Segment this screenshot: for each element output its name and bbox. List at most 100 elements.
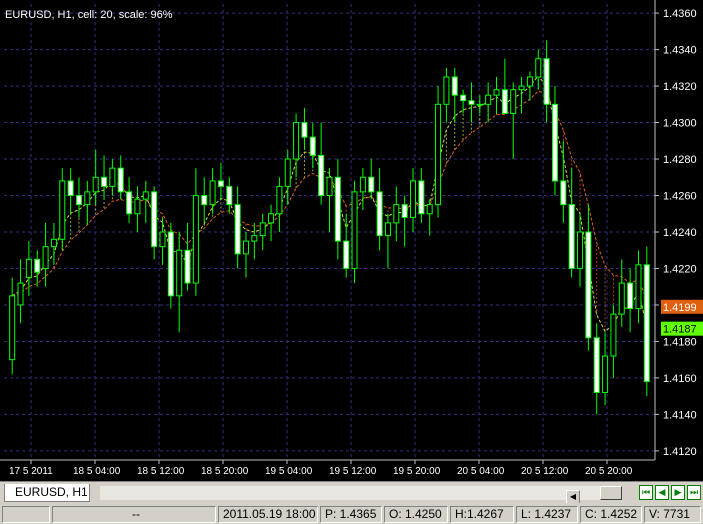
candle xyxy=(577,213,584,287)
candle-body xyxy=(134,198,141,215)
status-point: P: 1.4365 xyxy=(320,506,382,523)
candle-body xyxy=(192,195,199,284)
candle-body xyxy=(518,85,525,91)
candle xyxy=(151,186,158,260)
time-tick-label: 19 5 04:00 xyxy=(265,466,313,477)
candle-body xyxy=(276,185,283,215)
time-tick-label: 19 5 20:00 xyxy=(393,466,441,477)
candle xyxy=(142,180,149,223)
status-open: O: 1.4250 xyxy=(384,506,448,523)
candle-body xyxy=(493,89,500,96)
candle xyxy=(159,217,166,265)
last-page-icon[interactable]: ⏭ xyxy=(687,485,701,500)
price-badge: 1.4199 xyxy=(661,299,703,314)
price-badge-label: 1.4199 xyxy=(663,302,697,314)
candle xyxy=(618,259,625,327)
candle xyxy=(493,76,500,114)
candle-body xyxy=(268,213,275,224)
candle xyxy=(184,222,191,291)
next-page-icon[interactable]: ▶ xyxy=(671,485,685,500)
first-page-icon[interactable]: ⏮ xyxy=(639,485,653,500)
tab-eurusd-h1[interactable]: EURUSD, H1 xyxy=(4,484,90,502)
candle-body xyxy=(526,76,533,87)
candle-body xyxy=(568,204,575,269)
candle xyxy=(301,107,308,150)
candle-body xyxy=(376,191,383,237)
candle xyxy=(593,323,600,415)
time-tick-label: 18 5 20:00 xyxy=(201,466,249,477)
candle-body xyxy=(25,258,32,279)
candle xyxy=(560,140,567,223)
time-tick-label: 20 5 20:00 xyxy=(585,466,633,477)
price-tick-label: 1.4240 xyxy=(663,227,697,239)
candle-body xyxy=(334,176,341,242)
candle xyxy=(309,122,316,169)
time-tick-label: 19 5 12:00 xyxy=(329,466,377,477)
candle xyxy=(426,199,433,236)
price-tick-label: 1.4180 xyxy=(663,336,697,348)
prev-page-icon[interactable]: ◀ xyxy=(655,485,669,500)
candle xyxy=(468,82,475,123)
candle xyxy=(518,76,525,114)
candle-body xyxy=(151,191,158,248)
candle xyxy=(343,213,350,278)
candle xyxy=(610,304,617,378)
candle xyxy=(627,268,634,333)
candle-body xyxy=(209,180,216,206)
candle-body xyxy=(67,180,74,197)
candle xyxy=(376,168,383,251)
price-tick-label: 1.4300 xyxy=(663,118,697,130)
price-badge: 1.4187 xyxy=(661,321,703,336)
candle-body xyxy=(75,195,82,206)
candle xyxy=(176,232,183,333)
status-volume: V: 7731 xyxy=(644,506,701,523)
candle-body xyxy=(643,264,650,383)
status-datetime: 2011.05.19 18:00 xyxy=(218,506,318,523)
candle-body xyxy=(426,204,433,215)
candle xyxy=(167,222,174,309)
scroll-thumb[interactable] xyxy=(600,486,622,500)
scroll-left-arrow-icon[interactable]: ◀ xyxy=(566,490,580,504)
candle xyxy=(117,155,124,200)
candle-body xyxy=(167,231,174,297)
candle xyxy=(351,180,358,284)
candle xyxy=(443,67,450,123)
candle xyxy=(384,213,391,269)
candlestick-chart[interactable]: 1.4360 1.4340 1.4320 1.4300 1.4280 1.4260 1.42… xyxy=(0,0,703,481)
candle-body xyxy=(109,167,116,187)
candle-body xyxy=(201,195,208,206)
candle-body xyxy=(401,204,408,218)
candle xyxy=(242,232,249,278)
time-tick-label: 18 5 04:00 xyxy=(73,466,121,477)
price-tick-label: 1.4160 xyxy=(663,373,697,385)
time-tick-label: 20 5 12:00 xyxy=(521,466,569,477)
candle xyxy=(359,168,366,211)
candle xyxy=(568,168,575,278)
candle-body xyxy=(535,58,542,78)
status-bar: -- 2011.05.19 18:00 P: 1.4365 O: 1.4250 … xyxy=(0,503,703,524)
chart-header: EURUSD, H1, cell: 20, scale: 96% xyxy=(5,9,173,21)
candle xyxy=(67,168,74,214)
candle-body xyxy=(560,180,567,206)
candle-body xyxy=(368,176,375,193)
candle-body xyxy=(443,76,450,105)
candle-body xyxy=(485,94,492,105)
candle-body xyxy=(551,103,558,182)
candle xyxy=(109,159,116,196)
candle-body xyxy=(627,282,634,310)
horizontal-scrollbar[interactable]: ◀ xyxy=(100,486,620,504)
candle-body xyxy=(9,295,16,361)
candle-body xyxy=(126,191,133,215)
status-high: H:1.4267 xyxy=(450,506,514,523)
candles xyxy=(9,40,650,415)
candle xyxy=(368,159,375,200)
candle-body xyxy=(293,122,300,160)
candle xyxy=(92,149,99,205)
price-chart[interactable]: 1.4360 1.4340 1.4320 1.4300 1.4280 1.4260 1.42… xyxy=(0,0,703,481)
candle-body xyxy=(410,180,417,218)
candle-body xyxy=(501,89,508,114)
candle-body xyxy=(618,282,625,315)
candle-body xyxy=(226,185,233,206)
candle-body xyxy=(142,191,149,200)
candle xyxy=(318,122,325,205)
